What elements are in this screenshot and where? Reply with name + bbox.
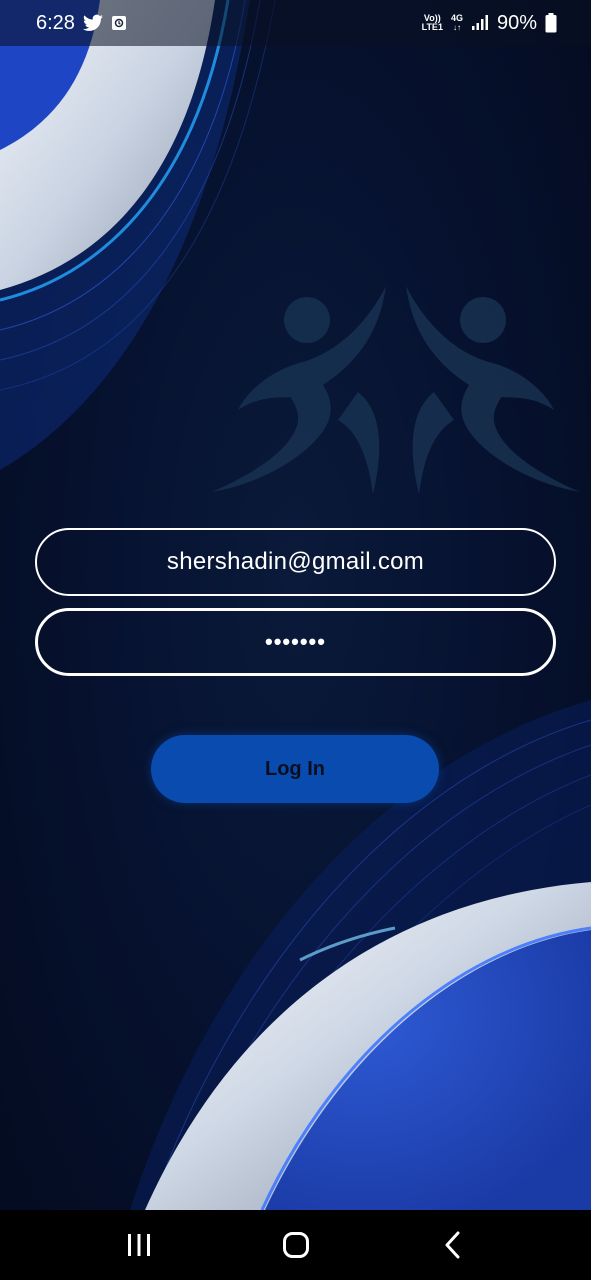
login-screen: 6:28 Vo)) LTE1 4G ↓↑ 90% shershadin@gmai… (0, 0, 591, 1280)
volte-indicator: Vo)) LTE1 (422, 14, 443, 32)
navigation-bar (0, 1210, 591, 1280)
network-type: 4G (450, 13, 463, 23)
battery-percent: 90% (496, 11, 537, 34)
email-value: shershadin@gmail.com (166, 548, 425, 575)
signal-icon (471, 15, 489, 31)
email-field[interactable]: shershadin@gmail.com (35, 528, 556, 596)
back-icon[interactable] (423, 1215, 483, 1275)
status-bar-right: Vo)) LTE1 4G ↓↑ 90% (422, 12, 557, 35)
login-button-label: Log In (265, 757, 325, 780)
recent-apps-icon[interactable] (109, 1215, 169, 1275)
volte-bottom: LTE1 (421, 22, 443, 32)
status-bar-left: 6:28 (36, 12, 127, 35)
network-type-indicator: 4G ↓↑ (450, 13, 463, 33)
battery-icon (545, 13, 557, 33)
app-notification-icon (111, 15, 127, 31)
home-icon[interactable] (266, 1215, 326, 1275)
watermark-logo-icon (212, 286, 580, 494)
login-button[interactable]: Log In (151, 735, 439, 803)
password-field[interactable]: ••••••• (35, 608, 556, 676)
status-bar: 6:28 Vo)) LTE1 4G ↓↑ 90% (0, 0, 591, 46)
status-time: 6:28 (36, 11, 75, 34)
password-mask: ••••••• (265, 629, 326, 654)
twitter-icon (82, 14, 103, 32)
